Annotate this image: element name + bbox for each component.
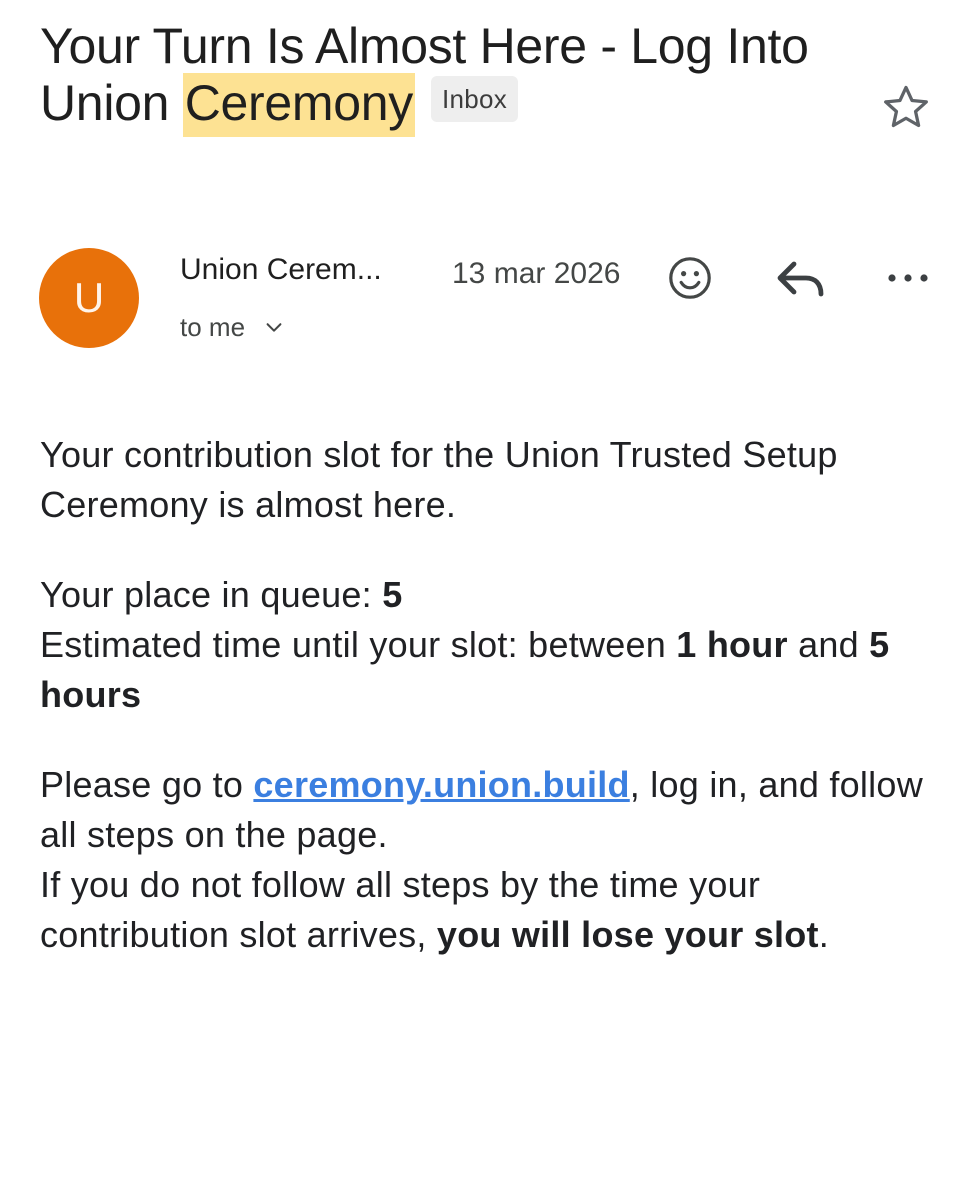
email-subject: Your Turn Is Almost Here - Log Into Unio… [40, 18, 860, 137]
eta-label: Estimated time until your slot: between [40, 624, 677, 665]
sender-avatar[interactable]: U [39, 248, 139, 348]
warning-suffix: . [818, 914, 830, 955]
sender-name[interactable]: Union Cerem... [180, 252, 382, 288]
warning-bold: you will lose your slot [436, 914, 819, 955]
ceremony-link[interactable]: ceremony.union.build [253, 764, 629, 805]
queue-position: 5 [382, 574, 403, 615]
star-outline-icon [884, 85, 928, 128]
email-date: 13 mar 2026 [452, 257, 621, 290]
star-button[interactable] [876, 80, 936, 136]
intro-text: Your contribution slot for the Union Tru… [40, 434, 838, 525]
add-reaction-button[interactable] [666, 254, 714, 302]
eta-min: 1 hour [676, 624, 788, 665]
email-body: Your contribution slot for the Union Tru… [40, 430, 950, 1000]
chevron-down-icon [266, 323, 282, 332]
emoji-reaction-icon [669, 257, 711, 299]
cta-prefix: Please go to [40, 764, 254, 805]
reply-button[interactable] [774, 258, 828, 300]
subject-search-highlight: Ceremony [182, 73, 415, 137]
body-intro-paragraph: Your contribution slot for the Union Tru… [40, 430, 950, 530]
recipient-details-toggle[interactable]: to me [180, 312, 285, 342]
queue-info-paragraph: Your place in queue: 5 Estimated time unt… [40, 570, 950, 720]
inbox-label-chip[interactable]: Inbox [430, 76, 519, 122]
subject-text: Your Turn Is Almost Here - Log Into Unio… [40, 18, 809, 131]
recipient-label: to me [180, 312, 246, 342]
instructions-paragraph: Please go to ceremony.union.build, log i… [40, 760, 950, 960]
eta-and: and [787, 624, 870, 665]
more-options-button[interactable] [884, 266, 932, 290]
more-options-icon [888, 274, 928, 282]
queue-label: Your place in queue: [40, 574, 383, 615]
reply-icon [777, 261, 824, 297]
